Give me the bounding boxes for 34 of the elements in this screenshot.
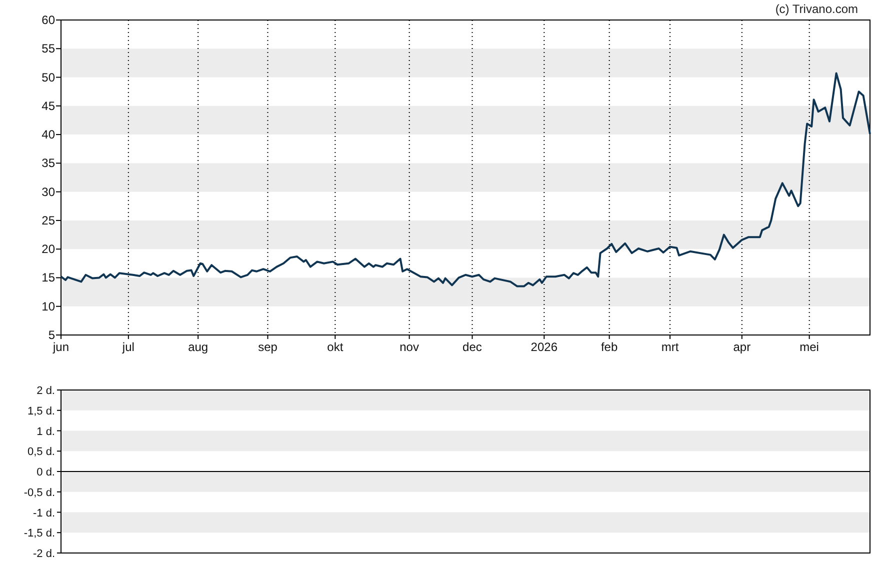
axis-tick-label: dec	[462, 340, 482, 354]
axis-tick-label: 45	[42, 98, 55, 113]
axis-tick-label: jul	[122, 340, 134, 354]
axis-tick-label: mrt	[661, 340, 679, 354]
axis-tick-label: 2 d.	[36, 385, 55, 397]
axis-tick-label: 20	[42, 242, 55, 256]
axis-tick-label: 60	[42, 13, 55, 27]
axis-tick-label: 1 d.	[36, 426, 55, 438]
axis-tick-label: -1,5 d.	[24, 528, 55, 540]
axis-tick-label: mei	[800, 340, 819, 354]
axis-tick-label: 10	[42, 299, 55, 314]
copyright-text: (c) Trivano.com	[775, 2, 858, 16]
axis-tick-label: 25	[42, 213, 55, 228]
axis-tick-label: aug	[188, 340, 208, 354]
axis-tick-label: 30	[42, 184, 55, 199]
axis-tick-label: 1,5 d.	[27, 405, 55, 418]
axis-tick-label: okt	[327, 340, 344, 354]
axis-tick-label: 55	[42, 42, 55, 56]
axis-tick-label: 35	[42, 156, 55, 170]
axis-tick-label: 0,5 d.	[27, 446, 55, 458]
axis-tick-label: 0 d.	[36, 466, 55, 478]
axis-tick-label: feb	[600, 340, 618, 354]
axis-tick-label: jun	[53, 340, 69, 354]
axis-tick-label: 15	[42, 270, 55, 285]
axis-tick-label: 40	[42, 128, 55, 142]
axis-tick-label: 2026	[530, 340, 558, 354]
axis-tick-label: 50	[42, 70, 55, 84]
axis-tick-label: apr	[733, 340, 751, 354]
axis-tick-label: 5	[48, 328, 55, 342]
axis-tick-label: sep	[258, 340, 278, 354]
axis-tick-label: -1 d.	[32, 507, 55, 520]
axis-tick-label: -2 d.	[32, 548, 55, 560]
axis-tick-label: -0,5 d.	[24, 486, 55, 499]
axis-tick-label: nov	[400, 340, 419, 354]
